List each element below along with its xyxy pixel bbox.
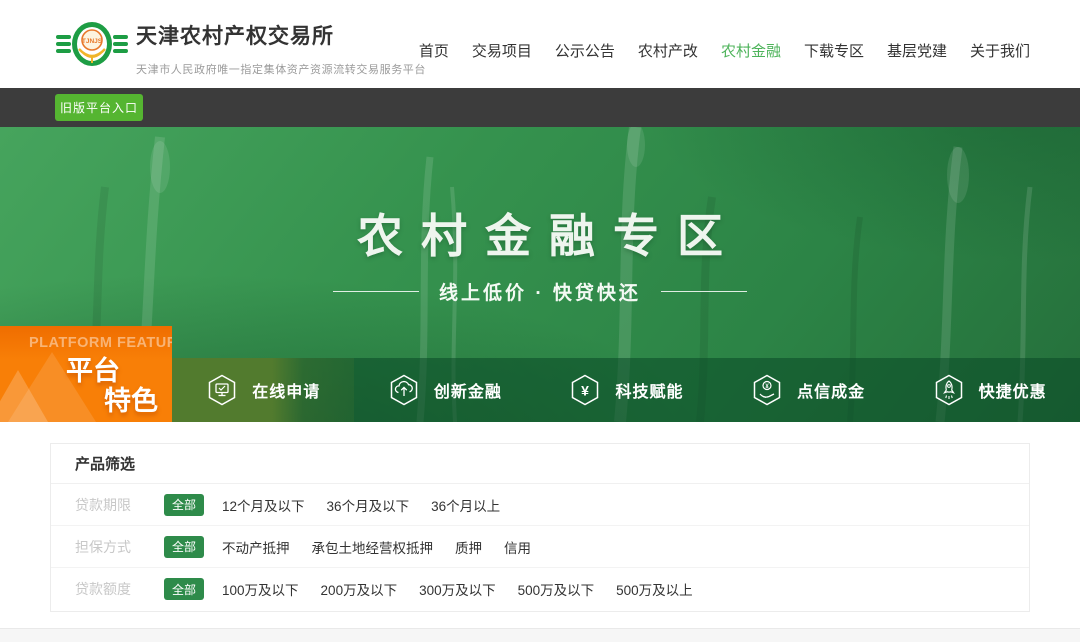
yen-icon: ¥ <box>568 373 602 407</box>
filter-option[interactable]: 300万及以下 <box>419 579 496 599</box>
platform-features-ribbon: PLATFORM FEATURES 平台 特色 <box>0 326 172 422</box>
filter-option[interactable]: 质押 <box>455 537 482 557</box>
hero-banner: 农村金融专区 线上低价 · 快贷快还 在线申请 <box>0 127 1080 422</box>
filter-option[interactable]: 500万及以上 <box>616 579 693 599</box>
rocket-icon <box>932 373 966 407</box>
logo-emblem-icon: TJNJS <box>56 13 128 77</box>
subtitle-left-line <box>333 291 419 292</box>
feature-online-apply[interactable]: 在线申请 <box>172 358 354 422</box>
guarantee-all-button[interactable]: 全部 <box>164 536 204 558</box>
filter-row-loan-term: 贷款期限 全部 12个月及以下 36个月及以下 36个月以上 <box>51 484 1029 526</box>
subtitle-right-line <box>661 291 747 292</box>
hero-title: 农村金融专区 <box>0 200 1080 266</box>
ribbon-line2: 特色 <box>104 379 158 418</box>
nav-public-notice[interactable]: 公示公告 <box>555 40 615 61</box>
nav-party-building[interactable]: 基层党建 <box>887 40 947 61</box>
page: TJNJS 天津农村产权交易所 天津市人民政府唯一指定集体资产资源流转交易服务平… <box>0 0 1080 642</box>
filter-title: 产品筛选 <box>75 453 135 474</box>
nav-rural-reform[interactable]: 农村产改 <box>638 40 698 61</box>
utility-bar: 旧版平台入口 <box>0 88 1080 127</box>
filter-row-label: 贷款期限 <box>75 495 139 515</box>
filter-option[interactable]: 信用 <box>504 537 531 557</box>
filter-option[interactable]: 500万及以下 <box>518 579 595 599</box>
loan-amount-all-button[interactable]: 全部 <box>164 578 204 600</box>
filter-row-label: 担保方式 <box>75 537 139 557</box>
feature-label: 在线申请 <box>252 378 320 402</box>
feature-label: 科技赋能 <box>615 378 683 402</box>
monitor-icon <box>205 373 239 407</box>
site-header: TJNJS 天津农村产权交易所 天津市人民政府唯一指定集体资产资源流转交易服务平… <box>0 0 1080 88</box>
old-platform-entry-button[interactable]: 旧版平台入口 <box>55 94 143 121</box>
feature-label: 点信成金 <box>797 378 865 402</box>
brand-block: 天津农村产权交易所 天津市人民政府唯一指定集体资产资源流转交易服务平台 <box>136 20 426 77</box>
feature-tech-empowerment[interactable]: ¥ 科技赋能 <box>535 358 717 422</box>
nav-about-us[interactable]: 关于我们 <box>970 40 1030 61</box>
filter-options: 12个月及以下 36个月及以下 36个月以上 <box>222 495 500 515</box>
cloud-upload-icon <box>387 373 421 407</box>
filter-options: 不动产抵押 承包土地经营权抵押 质押 信用 <box>222 537 531 557</box>
loan-term-all-button[interactable]: 全部 <box>164 494 204 516</box>
site-logo[interactable]: TJNJS <box>56 13 128 77</box>
svg-text:TJNJS: TJNJS <box>82 38 103 45</box>
nav-rural-finance[interactable]: 农村金融 <box>721 40 781 61</box>
filter-option[interactable]: 承包土地经营权抵押 <box>312 537 434 557</box>
feature-label: 快捷优惠 <box>979 378 1047 402</box>
filter-option[interactable]: 200万及以下 <box>321 579 398 599</box>
filter-option[interactable]: 100万及以下 <box>222 579 299 599</box>
top-nav: 首页 交易项目 公示公告 农村产改 农村金融 下载专区 基层党建 关于我们 <box>419 40 1030 61</box>
feature-quick-discount[interactable]: 快捷优惠 <box>898 358 1080 422</box>
hero-subtitle: 线上低价 · 快贷快还 <box>439 278 641 305</box>
site-subtitle: 天津市人民政府唯一指定集体资产资源流转交易服务平台 <box>136 61 426 77</box>
svg-text:¥: ¥ <box>582 383 590 399</box>
feature-credit-to-gold[interactable]: ¥ 点信成金 <box>717 358 899 422</box>
filter-options: 100万及以下 200万及以下 300万及以下 500万及以下 500万及以上 <box>222 579 693 599</box>
site-title: 天津农村产权交易所 <box>136 20 426 50</box>
nav-trade-projects[interactable]: 交易项目 <box>472 40 532 61</box>
footer-strip <box>0 628 1080 642</box>
nav-home[interactable]: 首页 <box>419 40 449 61</box>
product-filter-card: 产品筛选 贷款期限 全部 12个月及以下 36个月及以下 36个月以上 担保方式… <box>50 443 1030 612</box>
feature-innovative-finance[interactable]: 创新金融 <box>354 358 536 422</box>
filter-header: 产品筛选 <box>51 444 1029 484</box>
filter-option[interactable]: 不动产抵押 <box>222 537 290 557</box>
hand-coin-icon: ¥ <box>750 373 784 407</box>
filter-row-label: 贷款额度 <box>75 579 139 599</box>
filter-row-loan-amount: 贷款额度 全部 100万及以下 200万及以下 300万及以下 500万及以下 … <box>51 568 1029 610</box>
filter-option[interactable]: 36个月及以下 <box>327 495 410 515</box>
feature-label: 创新金融 <box>434 378 502 402</box>
feature-strip: 在线申请 创新金融 ¥ 科技赋能 <box>172 358 1080 422</box>
filter-option[interactable]: 36个月以上 <box>431 495 500 515</box>
nav-downloads[interactable]: 下载专区 <box>804 40 864 61</box>
filter-row-guarantee-method: 担保方式 全部 不动产抵押 承包土地经营权抵押 质押 信用 <box>51 526 1029 568</box>
hero-subtitle-row: 线上低价 · 快贷快还 <box>0 278 1080 305</box>
filter-option[interactable]: 12个月及以下 <box>222 495 305 515</box>
